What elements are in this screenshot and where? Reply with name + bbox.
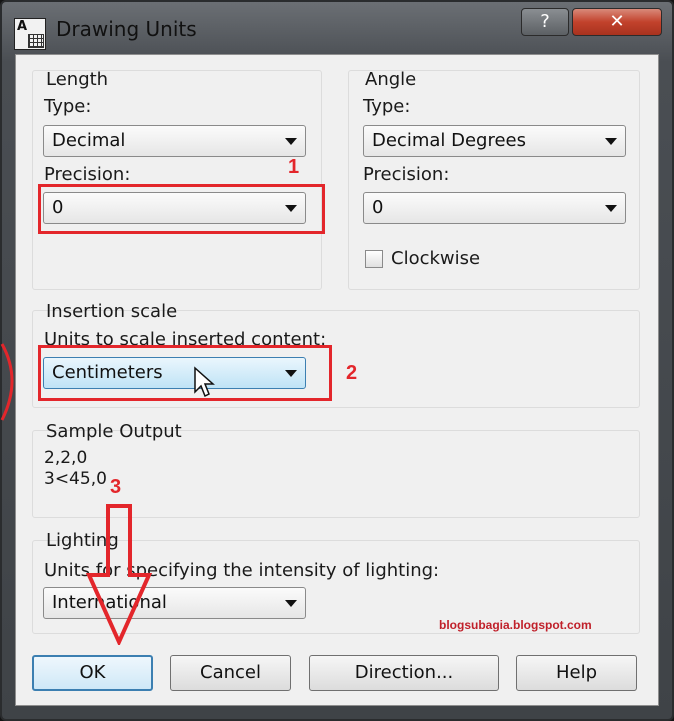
chevron-down-icon [605, 205, 617, 212]
length-precision-label: Precision: [44, 164, 131, 185]
angle-type-label: Type: [363, 96, 411, 117]
help-caption-button[interactable]: ? [521, 8, 569, 36]
window-title: Drawing Units [56, 17, 197, 41]
app-icon-glyph: A [17, 19, 28, 34]
cancel-button[interactable]: Cancel [170, 655, 291, 691]
angle-precision-label: Precision: [363, 164, 450, 185]
sample-output-line1: 2,2,0 [44, 448, 88, 468]
app-icon-grid [28, 34, 44, 48]
length-type-select[interactable]: Decimal [43, 125, 306, 157]
length-type-value: Decimal [52, 130, 126, 151]
angle-precision-select[interactable]: 0 [363, 192, 626, 224]
annotation-number-3: 3 [110, 476, 122, 498]
watermark-text: blogsubagia.blogspot.com [439, 618, 592, 632]
sample-output-label: Sample Output [46, 421, 182, 442]
annotation-number-1: 1 [288, 156, 300, 178]
annotation-box-2 [38, 345, 332, 401]
insertion-scale-label: Insertion scale [46, 301, 178, 322]
ok-button[interactable]: OK [32, 655, 153, 691]
lighting-units-select[interactable]: International [43, 587, 306, 619]
app-icon: A [14, 18, 46, 50]
angle-type-select[interactable]: Decimal Degrees [363, 125, 626, 157]
chevron-down-icon [605, 138, 617, 145]
clockwise-checkbox[interactable] [365, 250, 383, 268]
clockwise-label: Clockwise [391, 248, 481, 269]
annotation-box-1 [38, 184, 325, 234]
angle-group-label: Angle [365, 69, 417, 90]
chevron-down-icon [285, 600, 297, 607]
chevron-down-icon [285, 138, 297, 145]
length-type-label: Type: [44, 96, 92, 117]
angle-precision-value: 0 [372, 197, 384, 218]
help-button[interactable]: Help [516, 655, 637, 691]
sample-output-line2: 3<45,0 [44, 469, 107, 489]
annotation-arc-icon [0, 343, 14, 421]
annotation-number-2: 2 [346, 362, 358, 384]
length-group-label: Length [46, 69, 109, 90]
direction-button[interactable]: Direction... [309, 655, 499, 691]
annotation-arrow-icon [86, 504, 152, 645]
angle-type-value: Decimal Degrees [372, 130, 527, 151]
close-caption-button[interactable]: ✕ [572, 8, 662, 36]
